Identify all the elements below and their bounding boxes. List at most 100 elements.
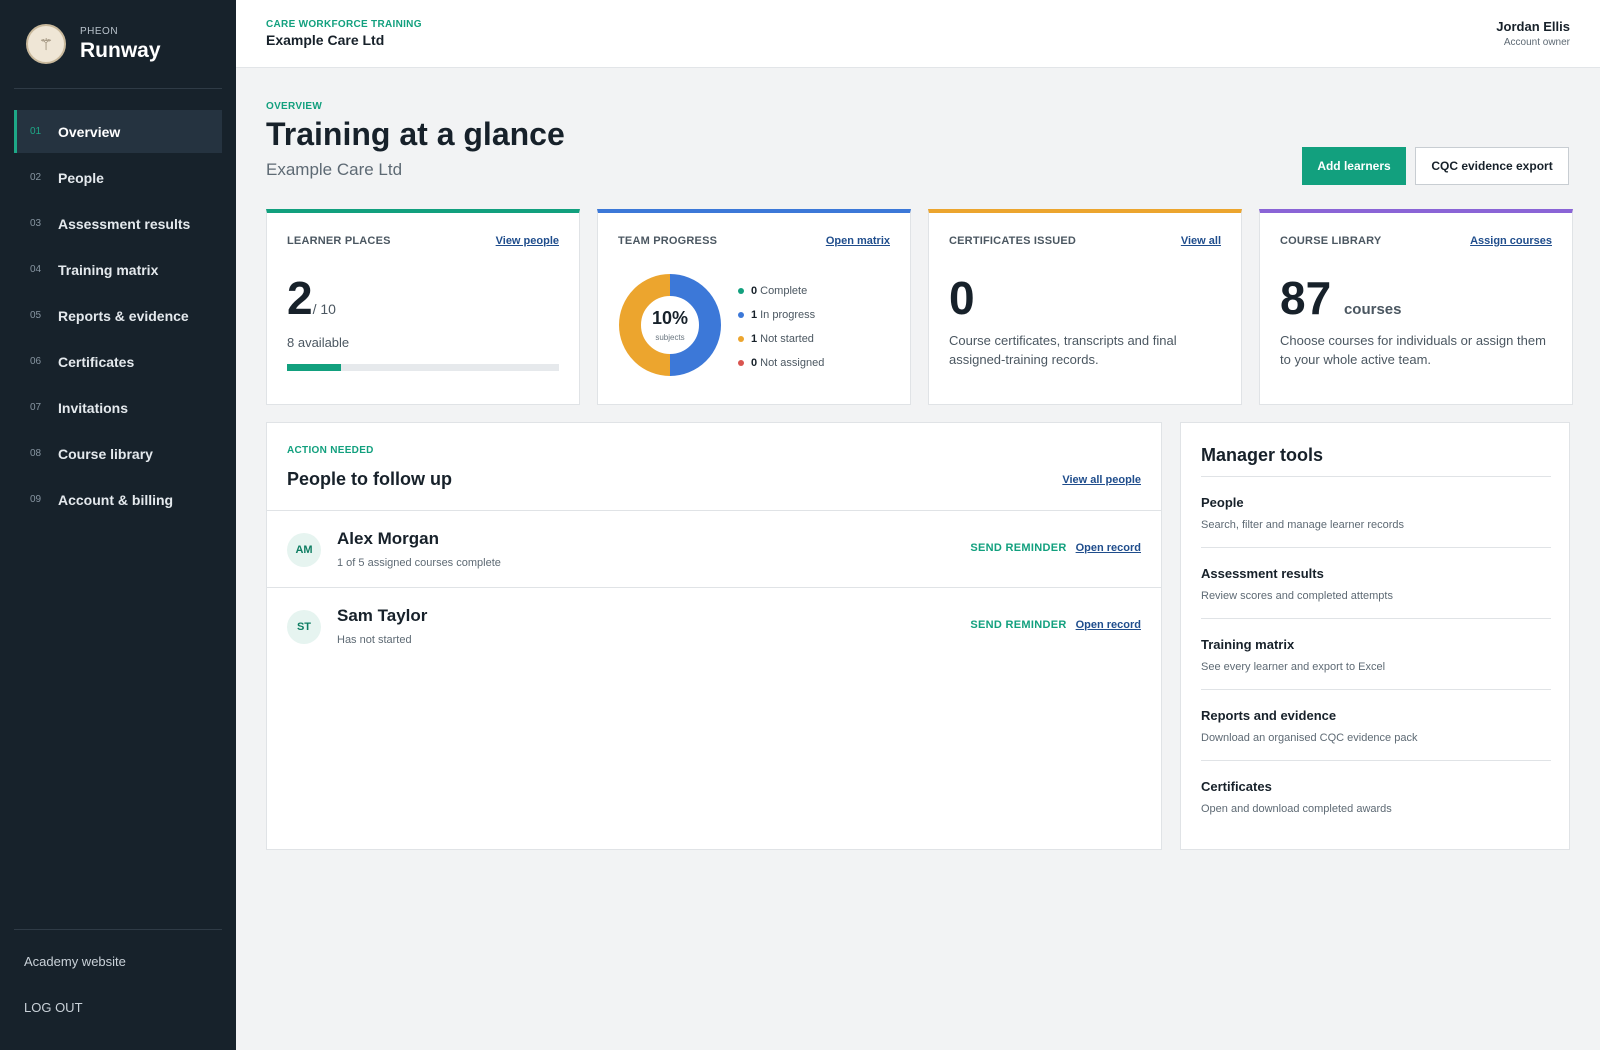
user-role: Account owner [1503, 37, 1570, 48]
list-item: ST Sam Taylor Has not started SEND REMIN… [267, 587, 1161, 664]
course-suffix: courses [1343, 301, 1402, 318]
legend-label: In progress [760, 309, 816, 321]
tool-name: Reports and evidence [1201, 708, 1337, 723]
sidebar-item-training-matrix[interactable]: 04 Training matrix [14, 248, 222, 291]
progress-caption: subjects [655, 333, 685, 342]
legend-label: Not assigned [760, 357, 825, 369]
send-reminder-button[interactable]: SEND REMINDER [970, 542, 1066, 554]
legend-count: 0 [751, 285, 758, 297]
certificates-description: Course certificates, transcripts and fin… [949, 333, 1177, 367]
view-all-people-link[interactable]: View all people [1062, 474, 1141, 486]
learner-total: / 10 [312, 301, 336, 317]
assign-courses-link[interactable]: Assign courses [1470, 235, 1552, 247]
sidebar-item-overview[interactable]: 01 Overview [14, 110, 222, 153]
nav-number: 06 [30, 356, 42, 367]
avatar: ST [287, 610, 321, 644]
nav-number: 04 [30, 264, 42, 275]
course-library-card: COURSE LIBRARY Assign courses 87 courses… [1259, 209, 1573, 405]
legend-complete: 0 Complete [738, 279, 824, 303]
course-library-description: Choose courses for individuals or assign… [1280, 333, 1546, 367]
card-label: COURSE LIBRARY [1280, 235, 1382, 247]
card-label: CERTIFICATES ISSUED [949, 235, 1077, 247]
available-text: 8 available [287, 335, 350, 350]
page-subtitle: Example Care Ltd [266, 160, 403, 179]
progress-percent: 10% [651, 308, 689, 328]
sidebar-nav: 01 Overview 02 People 03 Assessment results… [14, 110, 222, 524]
manager-tools-panel: Manager tools People Search, filter and m… [1180, 422, 1570, 850]
open-matrix-link[interactable]: Open matrix [826, 235, 890, 247]
nav-number: 05 [30, 310, 42, 321]
tool-training-matrix[interactable]: Training matrix See every learner and exp… [1201, 618, 1551, 689]
person-name: Sam Taylor [337, 606, 428, 625]
card-label: TEAM PROGRESS [618, 235, 718, 247]
sidebar-divider [14, 88, 222, 89]
brand-kicker: PHEON [80, 25, 119, 37]
legend-dot [738, 360, 744, 366]
tool-assessment-results[interactable]: Assessment results Review scores and comp… [1201, 547, 1551, 618]
tool-people[interactable]: People Search, filter and manage learner … [1201, 476, 1551, 547]
sidebar-item-assessment-results[interactable]: 03 Assessment results [14, 202, 222, 245]
nav-number: 02 [30, 172, 42, 183]
avatar: AM [287, 533, 321, 567]
brand[interactable]: ⚚ PHEON Runway [26, 24, 161, 64]
tool-name: Assessment results [1201, 566, 1324, 581]
panel-title: People to follow up [287, 469, 452, 489]
team-progress-card: TEAM PROGRESS Open matrix 10% subjects 0… [597, 209, 911, 405]
sidebar-item-account-billing[interactable]: 09 Account & billing [14, 478, 222, 521]
tool-description: Open and download completed awards [1201, 803, 1392, 815]
open-record-link[interactable]: Open record [1076, 542, 1141, 554]
org-name: Example Care Ltd [266, 32, 385, 48]
legend-dot [738, 336, 744, 342]
progress-legend: 0 Complete 1 In progress 1 Not started 0 Not… [738, 279, 824, 375]
academy-website-link[interactable]: Academy website [24, 954, 126, 969]
nav-number: 07 [30, 402, 42, 413]
nav-label: Account & billing [58, 491, 174, 508]
view-people-link[interactable]: View people [496, 235, 559, 247]
nav-label: Training matrix [58, 261, 159, 278]
sidebar-item-course-library[interactable]: 08 Course library [14, 432, 222, 475]
sidebar-divider [14, 929, 222, 930]
sidebar-item-people[interactable]: 02 People [14, 156, 222, 199]
certificates-count: 0 [949, 272, 975, 324]
logout-link[interactable]: LOG OUT [24, 1000, 83, 1015]
learner-places-card: LEARNER PLACES View people 2/ 10 8 avail… [266, 209, 580, 405]
tool-description: Review scores and completed attempts [1201, 590, 1393, 602]
brand-logo-icon: ⚚ [26, 24, 66, 64]
tool-name: People [1201, 495, 1244, 510]
brand-name: Runway [80, 38, 161, 62]
tool-name: Certificates [1201, 779, 1272, 794]
sidebar-item-certificates[interactable]: 06 Certificates [14, 340, 222, 383]
tool-description: Search, filter and manage learner record… [1201, 519, 1404, 531]
legend-count: 1 [751, 333, 758, 345]
tool-name: Training matrix [1201, 637, 1295, 652]
legend-count: 1 [751, 309, 758, 321]
nav-label: Assessment results [58, 215, 191, 232]
sidebar-item-reports-evidence[interactable]: 05 Reports & evidence [14, 294, 222, 337]
certificates-card: CERTIFICATES ISSUED View all 0 Course ce… [928, 209, 1242, 405]
nav-number: 03 [30, 218, 42, 229]
cqc-export-button[interactable]: CQC evidence export [1415, 147, 1569, 185]
legend-not-assigned: 0 Not assigned [738, 351, 824, 375]
nav-label: Certificates [58, 353, 135, 370]
legend-count: 0 [751, 357, 758, 369]
legend-dot [738, 288, 744, 294]
send-reminder-button[interactable]: SEND REMINDER [970, 619, 1066, 631]
learner-progress-fill [287, 364, 342, 371]
view-all-certificates-link[interactable]: View all [1181, 235, 1221, 247]
learner-progress-bar [287, 364, 559, 371]
add-learners-button[interactable]: Add learners [1302, 147, 1406, 185]
tool-reports-evidence[interactable]: Reports and evidence Download an organise… [1201, 689, 1551, 760]
nav-number: 09 [30, 494, 42, 505]
legend-dot [738, 312, 744, 318]
nav-label: Course library [58, 445, 153, 462]
tool-certificates[interactable]: Certificates Open and download completed … [1201, 760, 1551, 831]
user-name[interactable]: Jordan Ellis [1496, 19, 1570, 34]
open-record-link[interactable]: Open record [1076, 619, 1141, 631]
nav-label: People [58, 169, 104, 186]
page-title: Training at a glance [266, 116, 565, 152]
manager-tools-title: Manager tools [1201, 445, 1324, 465]
sidebar-item-invitations[interactable]: 07 Invitations [14, 386, 222, 429]
person-name: Alex Morgan [337, 529, 440, 548]
course-value: 87 [1280, 272, 1332, 324]
nav-label: Reports & evidence [58, 307, 189, 324]
